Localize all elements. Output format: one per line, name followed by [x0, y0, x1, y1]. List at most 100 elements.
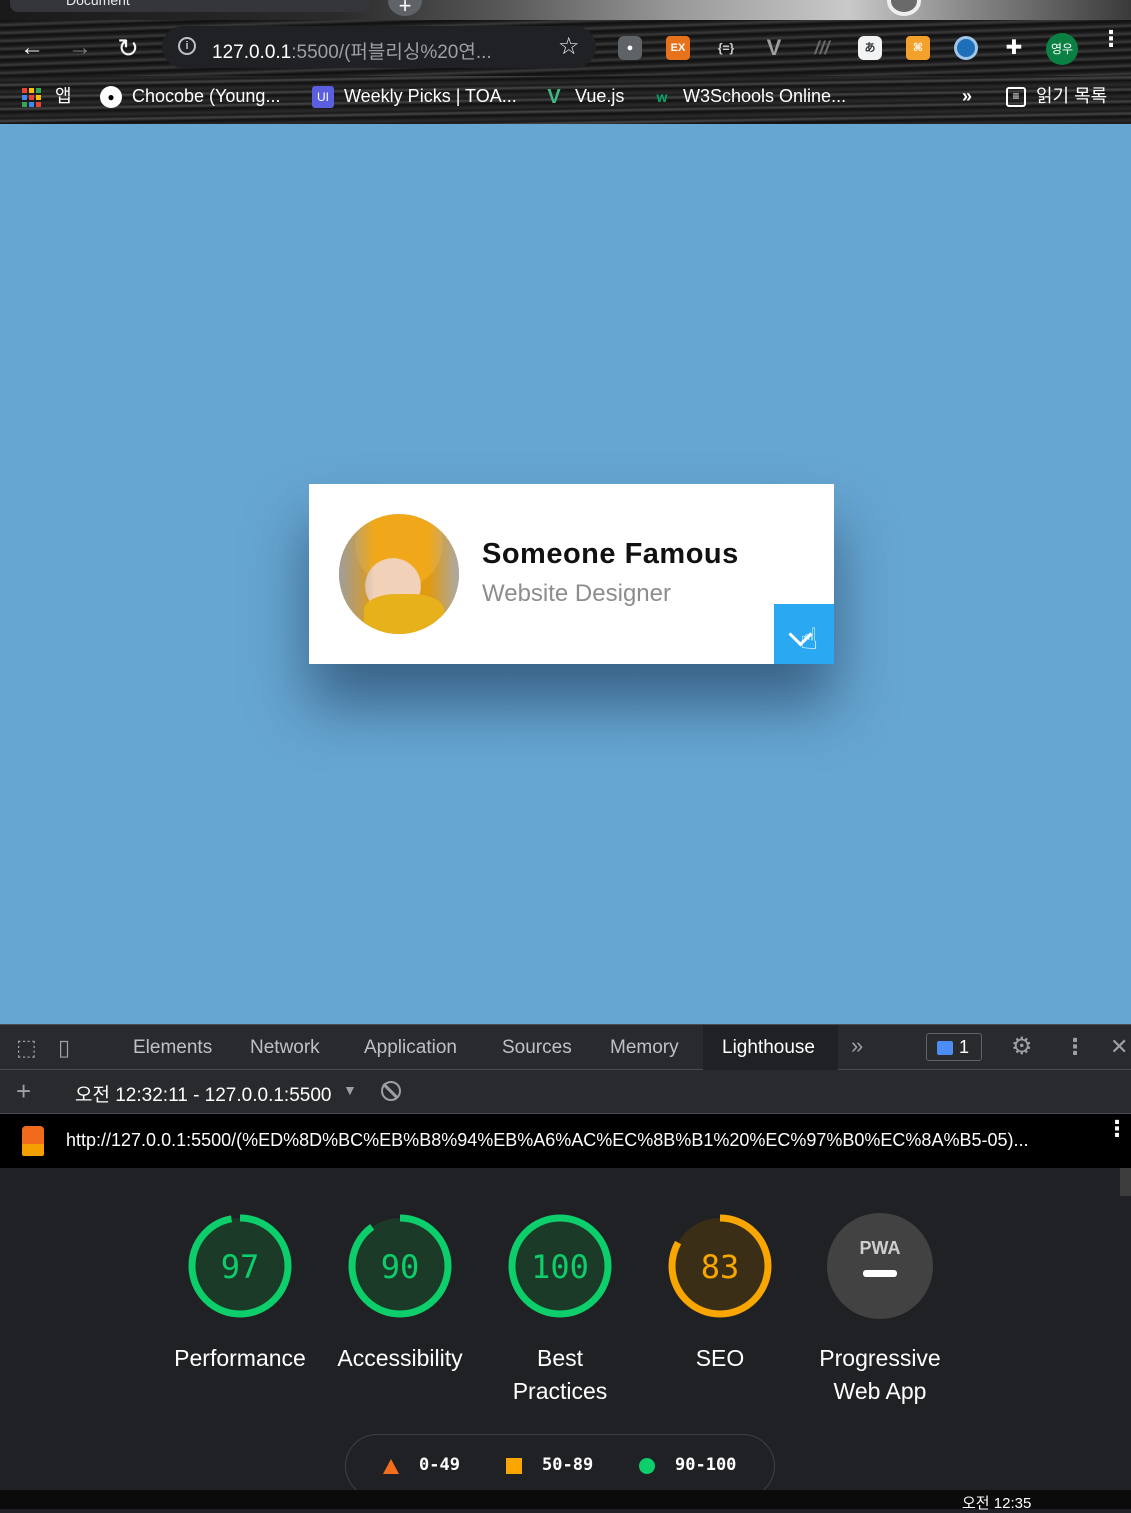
- gauge-label: SEO: [640, 1342, 800, 1375]
- report-selector[interactable]: 오전 12:32:11 - 127.0.0.1:5500: [75, 1080, 331, 1107]
- ex-icon[interactable]: EX: [666, 36, 690, 60]
- gauge-label: Best Practices: [480, 1342, 640, 1408]
- sitemap-icon[interactable]: ⌘: [906, 36, 930, 60]
- gauge-label: Performance: [160, 1342, 320, 1375]
- apps-grid-icon: [22, 87, 41, 107]
- site-info-icon[interactable]: i: [178, 37, 196, 55]
- profile-card: Someone Famous Website Designer ☝: [309, 484, 834, 664]
- ring-icon[interactable]: [954, 36, 978, 60]
- clear-reports-icon[interactable]: [381, 1081, 401, 1101]
- tab-application[interactable]: Application: [364, 1037, 457, 1059]
- devtools-menu-icon[interactable]: ⋮: [1064, 1034, 1086, 1060]
- score-value: 100: [531, 1248, 589, 1286]
- bookmark-label: Vue.js: [575, 86, 625, 106]
- lighthouse-toolbar: + 오전 12:32:11 - 127.0.0.1:5500 ▼: [0, 1070, 1131, 1114]
- scrollbar[interactable]: [1120, 1168, 1131, 1196]
- gauge-performance[interactable]: 97 Performance: [160, 1212, 320, 1375]
- legend-average-range: 50-89: [542, 1455, 594, 1475]
- bookmark-item[interactable]: w W3Schools Online...: [651, 84, 847, 108]
- fail-triangle-icon: [383, 1459, 399, 1474]
- taskbar-clock: 오전 12:35: [962, 1495, 1032, 1512]
- new-tab-button[interactable]: +: [388, 0, 422, 18]
- window-control-icon[interactable]: [887, 0, 921, 16]
- audited-url: http://127.0.0.1:5500/(%ED%8D%BC%EB%B8%9…: [66, 1130, 1029, 1150]
- pwa-badge-icon: PWA: [827, 1213, 933, 1319]
- more-tabs-icon[interactable]: »: [851, 1033, 863, 1059]
- report-dropdown-icon[interactable]: ▼: [343, 1082, 357, 1098]
- bookmark-star-icon[interactable]: ☆: [558, 32, 580, 61]
- browser-menu-icon[interactable]: ⋮: [1100, 28, 1122, 50]
- legend-pass-range: 90-100: [675, 1455, 737, 1475]
- profile-photo: [339, 514, 459, 634]
- bookmark-label: Chocobe (Young...: [132, 86, 281, 106]
- bookmark-item[interactable]: ● Chocobe (Young...: [100, 84, 281, 109]
- gauge-label-line1: Performance: [174, 1345, 306, 1371]
- gauge-accessibility[interactable]: 90 Accessibility: [320, 1212, 480, 1375]
- bookmarks-overflow-button[interactable]: »: [962, 84, 972, 108]
- gauge-label-line2: Web App: [833, 1378, 927, 1404]
- ghost-icon[interactable]: ///: [810, 36, 834, 60]
- browser-tab[interactable]: [10, 0, 370, 12]
- gauge-seo[interactable]: 83 SEO: [640, 1212, 800, 1375]
- forward-button[interactable]: →: [62, 30, 98, 66]
- average-square-icon: [506, 1458, 522, 1474]
- braces-icon[interactable]: {=}: [714, 36, 738, 60]
- bookmark-item[interactable]: UI Weekly Picks | TOA...: [312, 84, 517, 109]
- vue-devtools-icon[interactable]: V: [762, 36, 786, 60]
- os-taskbar: 오전 12:35: [0, 1490, 1131, 1512]
- url-host: 127.0.0.1: [212, 42, 292, 63]
- translate-icon[interactable]: あ: [858, 36, 882, 60]
- pass-circle-icon: [639, 1458, 655, 1474]
- expand-card-button[interactable]: ☝: [774, 604, 834, 664]
- settings-gear-icon[interactable]: ⚙: [1011, 1032, 1033, 1061]
- camera-icon[interactable]: ●: [618, 36, 642, 60]
- close-devtools-icon[interactable]: ✕: [1110, 1034, 1128, 1060]
- profile-avatar[interactable]: 영우: [1046, 33, 1078, 65]
- tab-network[interactable]: Network: [250, 1037, 320, 1059]
- w3schools-icon: w: [656, 89, 668, 106]
- bookmark-item[interactable]: V Vue.js: [543, 84, 624, 108]
- address-bar[interactable]: i 127.0.0.1:5500/(퍼블리싱%20연... ☆: [162, 26, 596, 68]
- tab-lighthouse[interactable]: Lighthouse: [722, 1037, 815, 1059]
- bookmark-apps[interactable]: 앱: [22, 84, 72, 108]
- browser-toolbar: ← → ↻ i 127.0.0.1:5500/(퍼블리싱%20연... ☆ ● …: [0, 20, 1131, 76]
- message-icon: [937, 1041, 953, 1056]
- gauge-label: Progressive Web App: [800, 1342, 960, 1408]
- bookmarks-bar: 앱 ● Chocobe (Young... UI Weekly Picks | TO…: [0, 76, 1131, 124]
- lighthouse-url-bar: http://127.0.0.1:5500/(%ED%8D%BC%EB%B8%9…: [0, 1114, 1131, 1168]
- lighthouse-logo-icon: [22, 1126, 44, 1156]
- message-count: 1: [959, 1037, 970, 1057]
- gauge-best-practices[interactable]: 100 Best Practices: [480, 1212, 640, 1408]
- bookmark-label: W3Schools Online...: [683, 86, 847, 106]
- score-legend: 0-49 50-89 90-100: [345, 1434, 775, 1498]
- reload-button[interactable]: ↻: [110, 30, 146, 66]
- legend-fail-range: 0-49: [419, 1455, 460, 1475]
- tab-sources[interactable]: Sources: [502, 1037, 572, 1059]
- puzzle-icon[interactable]: ✚: [1002, 36, 1026, 60]
- messages-badge[interactable]: 1: [926, 1033, 982, 1061]
- new-report-button[interactable]: +: [16, 1076, 31, 1107]
- gauge-label-line1: Progressive: [819, 1345, 941, 1371]
- url-path: :5500/(퍼블리싱%20연...: [291, 42, 492, 63]
- tab-strip: Document +: [0, 0, 1131, 20]
- report-menu-icon[interactable]: ⋮: [1106, 1118, 1128, 1140]
- gauge-pwa[interactable]: PWA Progressive Web App: [800, 1212, 960, 1408]
- inspect-element-icon[interactable]: ⬚: [16, 1035, 37, 1061]
- tab-memory[interactable]: Memory: [610, 1037, 679, 1059]
- score-value: 97: [221, 1248, 260, 1286]
- back-button[interactable]: ←: [14, 30, 50, 66]
- score-value: 83: [701, 1248, 740, 1286]
- score-value: 90: [381, 1248, 420, 1286]
- reading-list-button[interactable]: ≡ 읽기 목록: [1006, 84, 1107, 108]
- device-toolbar-icon[interactable]: ▯: [58, 1035, 70, 1061]
- pwa-label: PWA: [859, 1238, 900, 1258]
- tab-title: Document: [66, 0, 130, 8]
- page-viewport: Someone Famous Website Designer ☝: [0, 124, 1131, 1024]
- gauge-label: Accessibility: [320, 1342, 480, 1375]
- devtools-tabbar: ⬚ ▯ Elements Network Application Sources…: [0, 1024, 1131, 1070]
- github-icon: ●: [100, 86, 122, 109]
- address-url[interactable]: 127.0.0.1:5500/(퍼블리싱%20연...: [212, 37, 492, 64]
- lighthouse-report: 97 Performance 90 Accessibility 100 Best Pract…: [0, 1168, 1131, 1509]
- tab-elements[interactable]: Elements: [133, 1037, 212, 1059]
- toast-ui-icon: UI: [312, 86, 334, 109]
